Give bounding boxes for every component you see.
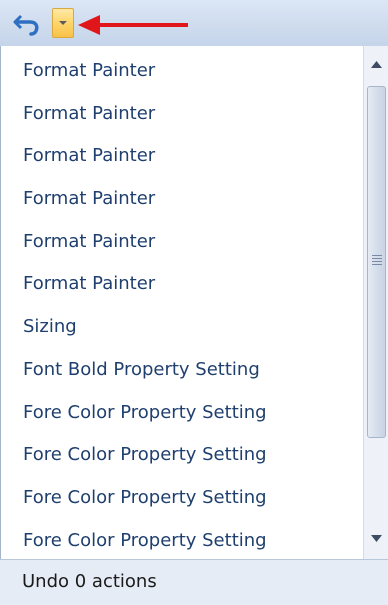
list-item[interactable]: Fore Color Property Setting (9, 392, 354, 435)
undo-status-bar: Undo 0 actions (0, 559, 388, 605)
annotation-arrow-icon (78, 15, 188, 35)
scroll-down-arrow-icon (371, 535, 382, 542)
list-item[interactable]: Format Painter (9, 50, 354, 93)
undo-history-list: Format Painter Format Painter Format Pai… (9, 50, 354, 562)
undo-history-list-panel: Format Painter Format Painter Format Pai… (0, 46, 388, 559)
scroll-up-button[interactable] (364, 54, 388, 78)
list-item[interactable]: Format Painter (9, 93, 354, 136)
list-item[interactable]: Format Painter (9, 221, 354, 264)
scrollbar-thumb[interactable] (367, 86, 386, 438)
list-item[interactable]: Fore Color Property Setting (9, 477, 354, 520)
undo-count-label: Undo 0 actions (22, 571, 157, 592)
undo-dropdown-button[interactable] (52, 8, 74, 38)
quick-access-toolbar (0, 0, 388, 46)
list-item[interactable]: Fore Color Property Setting (9, 520, 354, 563)
list-item[interactable]: Format Painter (9, 178, 354, 221)
undo-dropdown-window: Format Painter Format Painter Format Pai… (0, 0, 388, 605)
chevron-down-icon (59, 21, 67, 25)
list-item[interactable]: Sizing (9, 306, 354, 349)
list-item[interactable]: Format Painter (9, 263, 354, 306)
list-item[interactable]: Fore Color Property Setting (9, 434, 354, 477)
undo-button[interactable] (12, 10, 44, 38)
list-item[interactable]: Font Bold Property Setting (9, 349, 354, 392)
grip-icon (372, 255, 382, 265)
list-item[interactable]: Format Painter (9, 135, 354, 178)
scroll-up-arrow-icon (371, 61, 382, 68)
scroll-down-button[interactable] (364, 528, 388, 552)
vertical-scrollbar[interactable] (363, 46, 388, 559)
undo-icon (13, 14, 39, 36)
